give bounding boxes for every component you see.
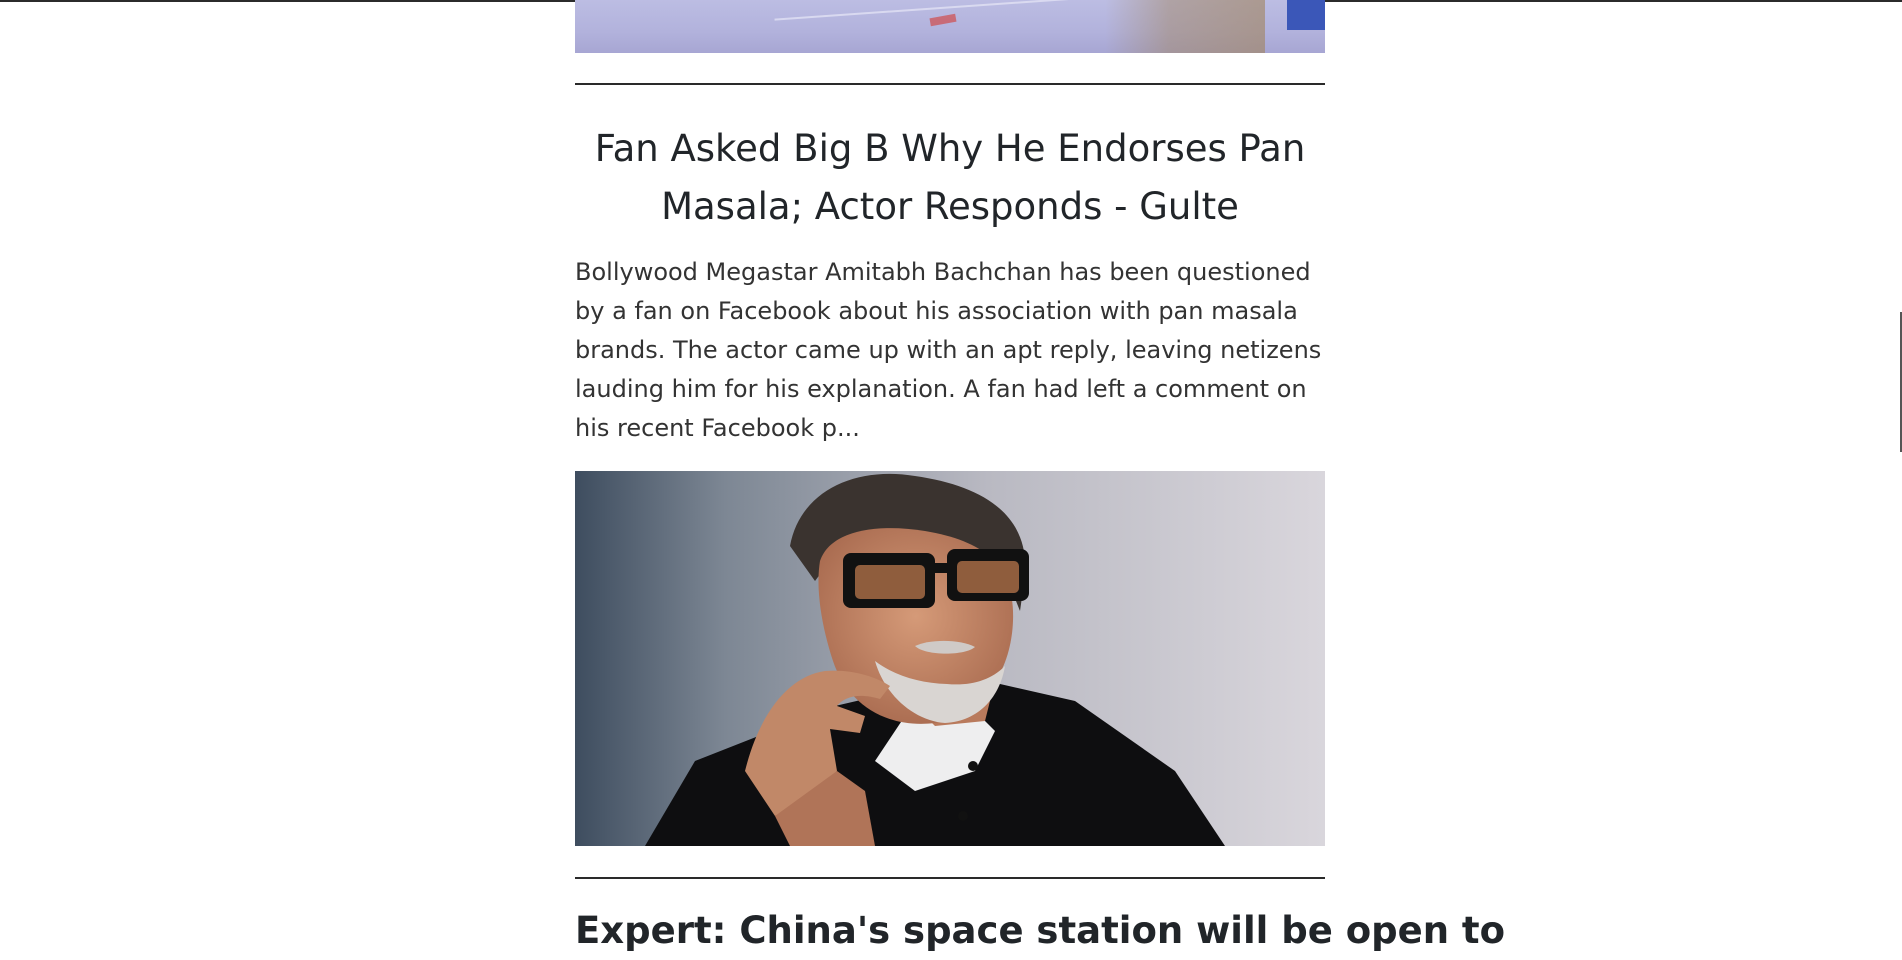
article-summary: Bollywood Megastar Amitabh Bachchan has … <box>575 258 1322 442</box>
article-divider <box>575 877 1325 879</box>
article-headline[interactable]: Fan Asked Big B Why He Endorses Pan Masa… <box>575 120 1325 236</box>
article-photo-illustration <box>575 471 1325 846</box>
previous-article-image <box>575 0 1325 53</box>
next-article-headline[interactable]: Expert: China's space station will be op… <box>575 902 1505 960</box>
article-image[interactable] <box>575 471 1325 846</box>
article-divider <box>575 83 1325 85</box>
